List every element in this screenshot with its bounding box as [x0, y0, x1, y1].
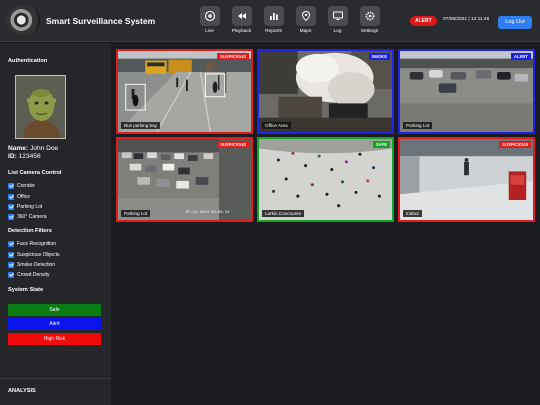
gear-icon: [359, 6, 380, 26]
camera-option-label: Office: [17, 194, 30, 200]
nav-live[interactable]: Live: [196, 6, 223, 34]
map-pin-icon: [295, 6, 316, 26]
checkbox[interactable]: [8, 241, 14, 247]
user-name-label: Name:: [8, 145, 29, 152]
eye-logo-icon: [6, 5, 40, 35]
camera-image: [400, 139, 533, 220]
camera-option-label: Corridor: [17, 183, 36, 189]
feed-label: Indoor: [403, 210, 423, 217]
user-avatar: [15, 75, 66, 139]
nav-playback-label: Playback: [231, 29, 252, 34]
nav-settings[interactable]: Settings: [356, 6, 383, 34]
camera-option-parking-lot[interactable]: Parking Lot: [8, 203, 42, 211]
alert-badge: ALERT: [410, 16, 437, 26]
feed-status-badge: SUSPICIOUS: [217, 141, 249, 148]
camera-option-label: Parking Lot: [17, 204, 43, 210]
state-high-risk-button[interactable]: High Risk: [8, 333, 101, 345]
checkbox[interactable]: [8, 252, 14, 258]
feed-status-badge: SMOKE: [368, 53, 390, 60]
nav-live-label: Live: [205, 29, 214, 34]
checkbox[interactable]: [8, 183, 14, 189]
camera-feed-larkin-concourse[interactable]: SAFE Larkin Concourse: [257, 137, 394, 222]
filter-crowd-density[interactable]: Crowd Density: [8, 271, 50, 279]
app-title: Smart Surveillance System: [46, 16, 156, 26]
checkbox[interactable]: [8, 204, 14, 210]
state-alert-button[interactable]: Alert: [8, 318, 101, 330]
nav-reports[interactable]: Reports: [260, 6, 287, 34]
feed-status-badge: SAFE: [372, 141, 390, 148]
detection-filters-title: Detection Filters: [8, 228, 52, 234]
nav-log[interactable]: Log: [324, 6, 351, 34]
system-state-title: System State: [8, 287, 44, 293]
surveillance-app: Smart Surveillance System Live Playback …: [0, 0, 540, 405]
filter-label: Suspicious Objects: [17, 252, 60, 258]
checkbox[interactable]: [8, 214, 14, 220]
user-name: John Doe: [30, 145, 59, 152]
datetime: 07/06/2021 | 12:11:46: [443, 17, 490, 22]
bar-chart-icon: [263, 6, 284, 26]
filter-label: Face Recognition: [17, 241, 56, 247]
user-id-label: ID:: [8, 153, 17, 160]
nav-maps-label: Maps: [299, 29, 312, 34]
filter-label: Smoke Detection: [17, 262, 56, 268]
feed-label: Larkin Concourse: [262, 210, 305, 217]
logout-button[interactable]: Log Out: [498, 16, 532, 29]
filter-label: Crowd Density: [17, 272, 50, 278]
camera-feed-parking-lot-1[interactable]: ALERT Parking Lot: [398, 49, 535, 134]
live-icon: [199, 6, 220, 26]
nav-playback[interactable]: Playback: [228, 6, 255, 34]
nav-reports-label: Reports: [265, 29, 282, 34]
monitor-icon: [327, 6, 348, 26]
rewind-icon: [231, 6, 252, 26]
camera-image: [118, 139, 251, 220]
state-safe-button[interactable]: Safe: [8, 304, 101, 316]
auth-title: Authentication: [8, 58, 48, 64]
nav-maps[interactable]: Maps: [292, 6, 319, 34]
camera-option-360[interactable]: 360° Camera: [8, 213, 47, 221]
nav-log-label: Log: [333, 29, 342, 34]
sidebar: Authentication Name: John Doe ID: 123456…: [0, 43, 111, 405]
camera-feed-parking-lot-2[interactable]: SUSPICIOUS 07-24-2014 03:05:24 Parking L…: [116, 137, 253, 222]
analysis-title: ANALYSIS: [8, 388, 36, 394]
camera-feed-office-area[interactable]: SMOKE Office Area: [257, 49, 394, 134]
filter-smoke-detection[interactable]: Smoke Detection: [8, 261, 55, 269]
camera-image: [118, 51, 251, 132]
camera-option-corridor[interactable]: Corridor: [8, 182, 35, 190]
user-name-line: Name: John Doe: [8, 145, 58, 152]
main-nav: Live Playback Reports Maps Log Settings: [196, 6, 388, 34]
camera-image: [259, 139, 392, 220]
camera-image: [259, 51, 392, 132]
checkbox[interactable]: [8, 272, 14, 278]
camera-control-title: List Camera Control: [8, 170, 62, 176]
camera-feed-bus-parking-bay[interactable]: SUSPICIOUS Bus parking bay: [116, 49, 253, 134]
feed-label: Bus parking bay: [121, 122, 160, 129]
checkbox[interactable]: [8, 262, 14, 268]
feed-status-badge: ALERT: [511, 53, 531, 60]
checkbox[interactable]: [8, 194, 14, 200]
camera-option-office[interactable]: Office: [8, 193, 30, 201]
nav-settings-label: Settings: [360, 29, 379, 34]
feed-timestamp: 07-24-2014 03:05:24: [186, 209, 230, 214]
feed-label: Parking Lot: [403, 122, 433, 129]
camera-feed-indoor[interactable]: SUSPICIOUS Indoor: [398, 137, 535, 222]
top-header: Smart Surveillance System Live Playback …: [0, 0, 540, 42]
feed-label: Office Area: [262, 122, 291, 129]
camera-image: [400, 51, 533, 132]
filter-suspicious-objects[interactable]: Suspicious Objects: [8, 251, 60, 259]
analysis-divider: [0, 378, 111, 379]
camera-option-label: 360° Camera: [17, 214, 47, 220]
filter-face-recognition[interactable]: Face Recognition: [8, 240, 56, 248]
feed-label: Parking Lot: [121, 210, 151, 217]
user-id-line: ID: 123456: [8, 153, 41, 160]
feed-status-badge: SUSPICIOUS: [217, 53, 249, 60]
feed-status-badge: SUSPICIOUS: [499, 141, 531, 148]
user-id: 123456: [18, 153, 41, 160]
